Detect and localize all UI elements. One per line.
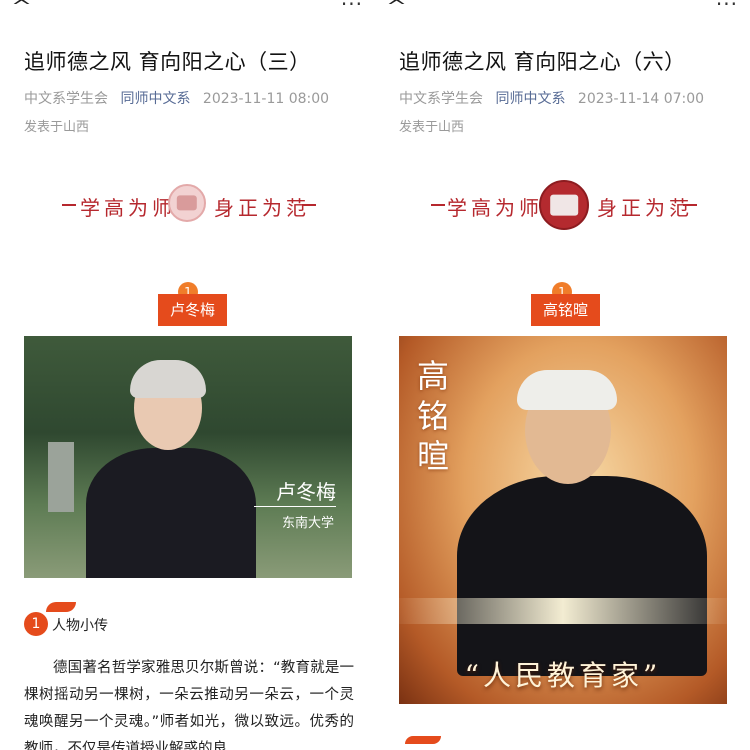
banner-motto-right: 身正为范 bbox=[597, 196, 693, 220]
section-title: 人物小传 bbox=[52, 618, 108, 634]
motto-banner: 学高为师 身正为范 bbox=[375, 180, 750, 230]
light-streak bbox=[399, 598, 727, 624]
portrait-photo: 高铭暄 “人民教育家” bbox=[399, 336, 727, 704]
chevron-up-icon[interactable]: ^ bbox=[11, 0, 32, 17]
publish-datetime: 2023-11-11 08:00 bbox=[202, 91, 330, 107]
portrait-photo: 卢冬梅 东南大学 bbox=[24, 336, 352, 578]
publish-location: 发表于山西 bbox=[399, 120, 465, 135]
article-meta: 中文系学生会 同师中文系 2023-11-11 08:00 bbox=[24, 88, 329, 108]
flag-decoration-icon bbox=[405, 736, 441, 744]
article-body: 德国著名哲学家雅思贝尔斯曾说：“教育就是一棵树摇动另一棵树，一朵云推动另一朵云，… bbox=[24, 655, 354, 750]
person-name-tag: 卢冬梅 bbox=[158, 294, 228, 326]
banner-dash-right bbox=[302, 204, 316, 206]
banner-dash-left bbox=[431, 204, 445, 206]
body-paragraph: 德国著名哲学家雅思贝尔斯曾说：“教育就是一棵树摇动另一棵树，一朵云推动另一朵云，… bbox=[24, 660, 354, 750]
more-dots-icon[interactable]: ··· bbox=[716, 0, 738, 16]
article-title: 追师德之风 育向阳之心（三） bbox=[24, 50, 311, 74]
account-link[interactable]: 同师中文系 bbox=[495, 91, 565, 107]
banner-dash-left bbox=[62, 204, 76, 206]
article-pane-right: ^ ··· 追师德之风 育向阳之心（六） 中文系学生会 同师中文系 2023-1… bbox=[375, 0, 750, 750]
section-number: 1 bbox=[24, 612, 48, 636]
article-title: 追师德之风 育向阳之心（六） bbox=[399, 50, 686, 74]
photo-caption-school: 东南大学 bbox=[281, 516, 334, 531]
article-meta: 中文系学生会 同师中文系 2023-11-14 07:00 bbox=[399, 88, 704, 108]
school-seal-icon bbox=[539, 180, 589, 230]
photo-caption-name: 卢冬梅 bbox=[276, 480, 336, 504]
school-seal-icon bbox=[168, 184, 206, 222]
banner-motto-right: 身正为范 bbox=[214, 196, 310, 220]
top-bar: ^ ··· bbox=[375, 0, 750, 22]
banner-motto-left: 学高为师 bbox=[80, 196, 176, 220]
caption-divider bbox=[254, 506, 336, 507]
stone-marker bbox=[48, 442, 74, 512]
author-label: 中文系学生会 bbox=[24, 91, 108, 107]
author-label: 中文系学生会 bbox=[399, 91, 483, 107]
publish-datetime: 2023-11-14 07:00 bbox=[577, 91, 705, 107]
photo-quote: “人民教育家” bbox=[464, 659, 662, 692]
publish-location: 发表于山西 bbox=[24, 120, 90, 135]
banner-motto-left: 学高为师 bbox=[447, 196, 543, 220]
more-dots-icon[interactable]: ··· bbox=[341, 0, 363, 16]
account-link[interactable]: 同师中文系 bbox=[120, 91, 190, 107]
flag-decoration-icon bbox=[46, 602, 76, 612]
motto-banner: 学高为师 身正为范 bbox=[0, 184, 375, 226]
banner-dash-right bbox=[683, 204, 697, 206]
article-pane-left: ^ ··· 追师德之风 育向阳之心（三） 中文系学生会 同师中文系 2023-1… bbox=[0, 0, 375, 750]
top-bar: ^ ··· bbox=[0, 0, 375, 22]
photo-vertical-name: 高铭暄 bbox=[417, 357, 450, 475]
chevron-up-icon[interactable]: ^ bbox=[386, 0, 407, 17]
person-name-tag: 高铭暄 bbox=[531, 294, 601, 326]
